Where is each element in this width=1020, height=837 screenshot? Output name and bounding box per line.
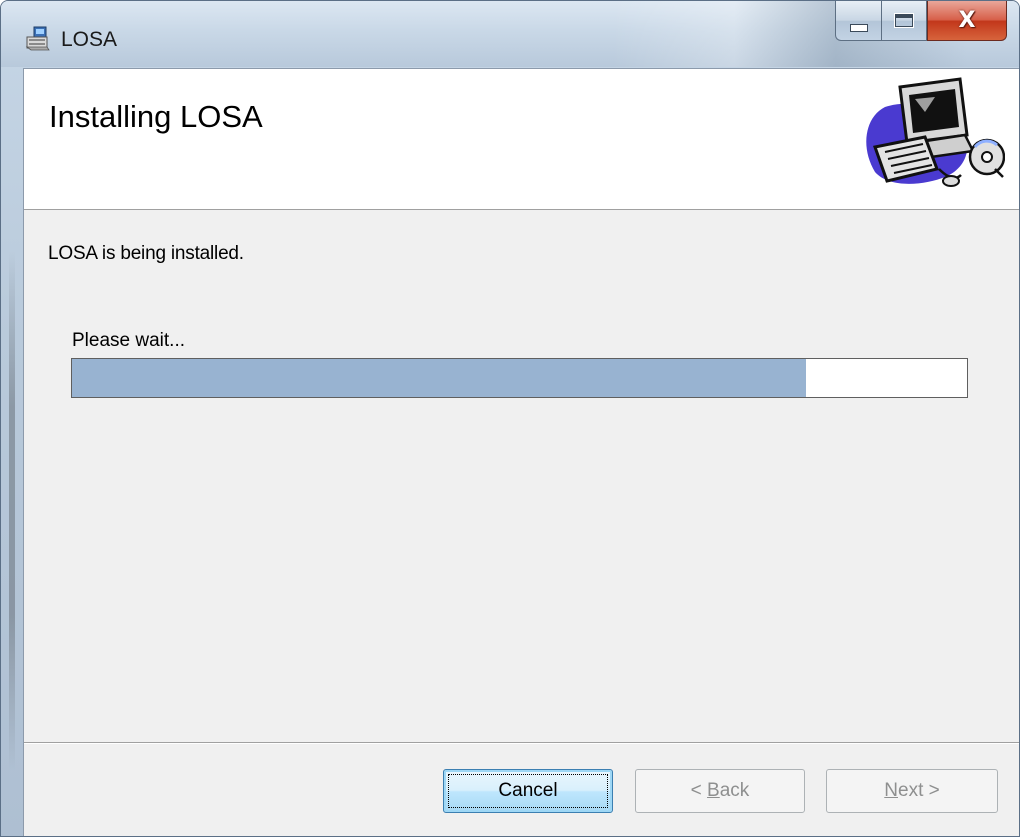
footer-divider: [24, 742, 1019, 744]
back-button-rest: ack: [719, 780, 750, 801]
progress-fill: [72, 359, 806, 397]
minimize-button[interactable]: [835, 1, 881, 41]
install-status-text: LOSA is being installed.: [48, 243, 244, 264]
next-button[interactable]: Next >: [826, 769, 998, 813]
close-button[interactable]: X: [927, 1, 1007, 41]
back-button-prefix: <: [690, 780, 708, 801]
caption-buttons: X: [835, 1, 1007, 43]
maximize-button[interactable]: [881, 1, 927, 41]
minimize-icon: [849, 23, 868, 32]
next-button-accelerator: N: [884, 780, 898, 801]
cancel-button[interactable]: Cancel: [443, 769, 613, 813]
page-title: Installing LOSA: [49, 99, 263, 134]
close-icon: X: [958, 7, 976, 33]
please-wait-label: Please wait...: [72, 330, 185, 351]
installer-client-area: Installing LOSA LOSA is being installed.…: [23, 68, 1019, 836]
installer-app-icon: [25, 26, 50, 51]
header-banner: Installing LOSA: [24, 69, 1019, 210]
installer-window: LOSA X Installing LOSA LOSA is being ins…: [0, 0, 1020, 837]
next-button-rest: ext >: [898, 780, 940, 801]
computer-cd-icon: [866, 77, 1005, 187]
focus-rectangle: [448, 774, 608, 808]
title-bar[interactable]: LOSA X: [1, 1, 1019, 67]
back-button[interactable]: < Back: [635, 769, 805, 813]
back-button-accelerator: B: [707, 780, 720, 801]
install-progress-bar: [71, 358, 968, 398]
maximize-icon: [894, 13, 914, 28]
window-edge-shadow: [9, 251, 15, 771]
window-title: LOSA: [61, 28, 118, 51]
